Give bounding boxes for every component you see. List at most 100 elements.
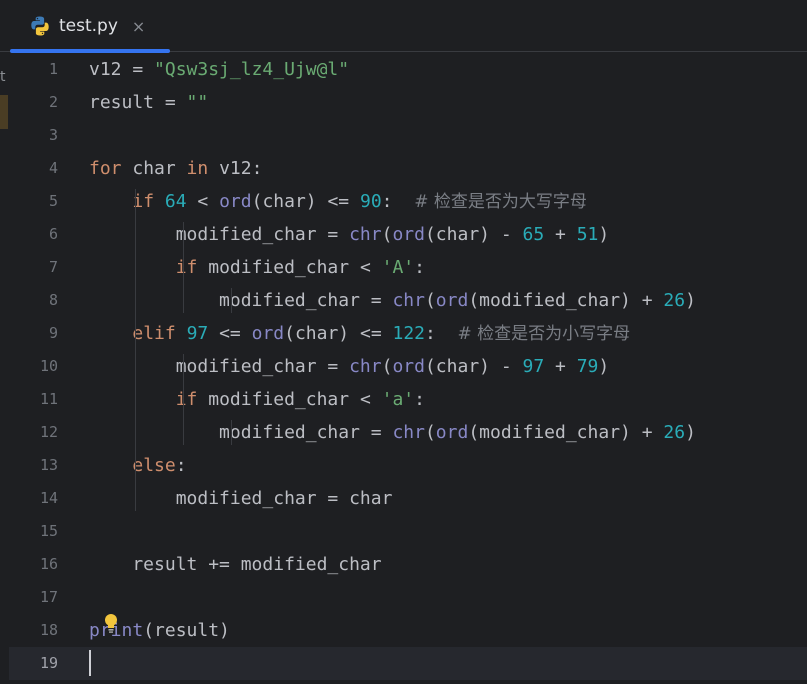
line-number: 2 xyxy=(48,93,58,111)
code-line[interactable]: 17 xyxy=(9,581,807,614)
code-token: 26 xyxy=(663,422,686,443)
tab-test-py[interactable]: test.py × xyxy=(10,0,170,53)
code-token: ) xyxy=(685,290,696,311)
editor-window: test.py × t 1 v12 = "Qsw3sj_lz4_Ujw@l" 2 re… xyxy=(0,0,807,684)
code-line[interactable]: 11 if modified_char < 'a': xyxy=(9,383,807,416)
side-panel-marker xyxy=(0,95,8,129)
code-text: result += modified_char xyxy=(89,548,381,581)
code-line[interactable]: 4 for char in v12: xyxy=(9,152,807,185)
code-token: "" xyxy=(186,92,209,113)
code-token: + xyxy=(544,224,577,245)
code-line[interactable]: 13 else: xyxy=(9,449,807,482)
code-token: else xyxy=(132,455,176,476)
code-token: (char) - xyxy=(424,356,523,377)
code-token: modified_char = xyxy=(89,224,350,245)
code-token: <= xyxy=(208,323,252,344)
code-token: ( xyxy=(424,290,436,311)
line-number: 12 xyxy=(39,423,58,441)
code-token: if xyxy=(175,389,198,410)
code-token: (result) xyxy=(143,620,230,641)
code-token: result = xyxy=(89,92,187,113)
code-line[interactable]: 12 modified_char = chr(ord(modified_char… xyxy=(9,416,807,449)
code-token: ) xyxy=(598,356,610,377)
code-text: elif 97 <= ord(char) <= 122: # 检查是否为小写字母 xyxy=(89,317,630,350)
code-token: 51 xyxy=(576,224,599,245)
code-token: ) xyxy=(598,224,610,245)
code-token: 79 xyxy=(576,356,599,377)
code-token: chr xyxy=(349,356,382,377)
code-line[interactable]: 3 xyxy=(9,119,807,152)
code-token: : xyxy=(381,191,415,212)
code-token: chr xyxy=(392,422,425,443)
code-token: 65 xyxy=(522,224,545,245)
code-text: modified_char = chr(ord(char) - 65 + 51) xyxy=(89,218,610,251)
indent-guide xyxy=(231,420,232,445)
line-number: 17 xyxy=(39,588,58,606)
line-number: 15 xyxy=(39,522,58,540)
line-number: 7 xyxy=(48,258,58,276)
code-token: 90 xyxy=(359,191,382,212)
code-token: ( xyxy=(381,356,393,377)
code-token: "Qsw3sj_lz4_Ujw@l" xyxy=(154,59,350,80)
code-text: for char in v12: xyxy=(89,152,262,185)
line-number: 11 xyxy=(39,390,58,408)
line-number: 14 xyxy=(39,489,58,507)
code-line[interactable]: 7 if modified_char < 'A': xyxy=(9,251,807,284)
code-token: in xyxy=(186,158,209,179)
code-line[interactable]: 1 v12 = "Qsw3sj_lz4_Ujw@l" xyxy=(9,53,807,86)
line-number: 16 xyxy=(39,555,58,573)
code-token: ( xyxy=(381,224,393,245)
close-icon[interactable]: × xyxy=(132,17,145,36)
line-number: 4 xyxy=(48,159,58,177)
line-number: 3 xyxy=(48,126,58,144)
code-line[interactable]: 6 modified_char = chr(ord(char) - 65 + 5… xyxy=(9,218,807,251)
lightbulb-icon[interactable] xyxy=(103,613,119,635)
indent-guide xyxy=(135,486,136,511)
code-line[interactable]: 2 result = "" xyxy=(9,86,807,119)
indent-guide xyxy=(183,222,184,313)
code-token: modified_char < xyxy=(197,257,382,278)
code-text: modified_char = chr(ord(char) - 97 + 79) xyxy=(89,350,610,383)
code-token: ord xyxy=(392,224,425,245)
code-token: char xyxy=(121,158,187,179)
code-token: v12: xyxy=(208,158,263,179)
code-token: 'A' xyxy=(381,257,415,278)
code-line[interactable]: 8 modified_char = chr(ord(modified_char)… xyxy=(9,284,807,317)
code-line[interactable]: 5 if 64 < ord(char) <= 90: # 检查是否为大写字母 xyxy=(9,185,807,218)
text-caret xyxy=(89,650,91,676)
line-number: 18 xyxy=(39,621,58,639)
line-number: 6 xyxy=(48,225,58,243)
code-editor[interactable]: 1 v12 = "Qsw3sj_lz4_Ujw@l" 2 result = "" 3 4 f… xyxy=(9,53,807,684)
code-token: if xyxy=(175,257,198,278)
code-text: v12 = "Qsw3sj_lz4_Ujw@l" xyxy=(89,53,349,86)
code-line[interactable]: 16 result += modified_char xyxy=(9,548,807,581)
code-line[interactable]: 18 print(result) xyxy=(9,614,807,647)
code-token: chr xyxy=(392,290,425,311)
code-token: ) xyxy=(685,422,696,443)
code-line[interactable]: 10 modified_char = chr(ord(char) - 97 + … xyxy=(9,350,807,383)
code-text: result = "" xyxy=(89,86,208,119)
code-token: : xyxy=(414,389,425,410)
code-token: # 检查是否为大写字母 xyxy=(414,192,587,212)
code-token: 26 xyxy=(663,290,686,311)
code-token: for xyxy=(89,158,122,179)
code-token: modified_char = xyxy=(89,356,350,377)
code-token: 'a' xyxy=(381,389,415,410)
code-token: : xyxy=(425,323,458,344)
code-text: if modified_char < 'A': xyxy=(89,251,425,284)
code-token: ( xyxy=(424,422,436,443)
side-panel-fragment: t xyxy=(0,69,6,85)
code-token: elif xyxy=(132,323,176,344)
code-line[interactable]: 15 xyxy=(9,515,807,548)
code-text: if modified_char < 'a': xyxy=(89,383,425,416)
code-line[interactable]: 14 modified_char = char xyxy=(9,482,807,515)
code-line[interactable]: 9 elif 97 <= ord(char) <= 122: # 检查是否为小写… xyxy=(9,317,807,350)
code-line[interactable]: 19 xyxy=(9,647,807,680)
code-token: (modified_char) + xyxy=(468,422,664,443)
code-token: ord xyxy=(392,356,425,377)
line-number: 19 xyxy=(39,654,58,672)
